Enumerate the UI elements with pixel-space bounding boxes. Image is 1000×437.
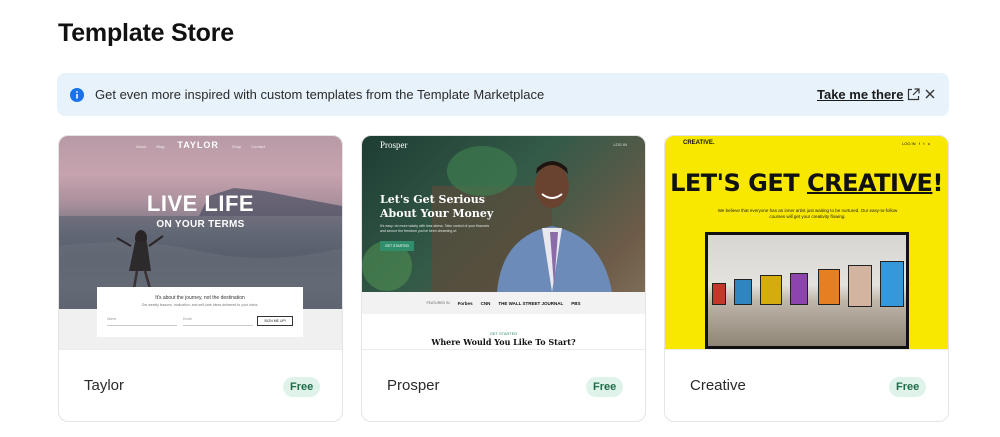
- marketplace-banner: Get even more inspired with custom templ…: [57, 73, 949, 116]
- template-card-prosper[interactable]: Prosper LOG IN Let's Get Serious About Y…: [361, 135, 646, 422]
- info-icon: [70, 87, 84, 102]
- template-footer-prosper: Prosper Free: [362, 349, 645, 421]
- take-me-there-label: Take me there: [817, 87, 904, 102]
- creative-gallery-image: [705, 232, 909, 349]
- taylor-brand: TAYLOR: [177, 140, 219, 150]
- taylor-form-title: It's about the journey, not the destinat…: [155, 295, 245, 301]
- banner-message: Get even more inspired with custom templ…: [95, 87, 545, 102]
- page-title: Template Store: [58, 19, 234, 47]
- template-card-creative[interactable]: CREATIVE. LOG IN f t o LET'S GET CREATIV…: [664, 135, 949, 422]
- template-card-taylor[interactable]: About Blog TAYLOR Shop Contact LIVE LIFE ON …: [58, 135, 343, 422]
- template-footer-taylor: Taylor Free: [59, 349, 342, 421]
- template-preview-creative[interactable]: CREATIVE. LOG IN f t o LET'S GET CREATIV…: [665, 136, 948, 349]
- price-badge: Free: [889, 377, 927, 397]
- template-name: Creative: [690, 377, 746, 394]
- external-link-icon: [908, 88, 921, 101]
- prosper-featured: FEATURED IN Forbes CNN THE WALL STREET J…: [362, 292, 645, 314]
- taylor-form-button: SIGN ME UP!: [257, 316, 293, 326]
- template-footer-creative: Creative Free: [665, 349, 948, 421]
- template-name: Taylor: [84, 377, 125, 394]
- prosper-section-tag: GET STARTED: [489, 331, 518, 336]
- template-name: Prosper: [387, 377, 440, 394]
- take-me-there-link[interactable]: Take me there: [817, 87, 921, 102]
- creative-headline: LET'S GET CREATIVE!: [670, 169, 943, 197]
- creative-body: We believe that everyone has an inner ar…: [717, 208, 898, 219]
- taylor-nav: About Blog TAYLOR Shop Contact: [135, 140, 266, 150]
- template-preview-taylor[interactable]: About Blog TAYLOR Shop Contact LIVE LIFE ON …: [59, 136, 342, 349]
- prosper-brand: Prosper: [380, 140, 408, 150]
- taylor-signup-form: It's about the journey, not the destinat…: [97, 287, 303, 337]
- prosper-button: GET STARTED: [380, 241, 414, 251]
- prosper-headline: Let's Get Serious About Your Money: [380, 193, 494, 220]
- prosper-section-title: Where Would You Like To Start?: [431, 337, 576, 347]
- price-badge: Free: [283, 377, 321, 397]
- price-badge: Free: [586, 377, 624, 397]
- taylor-headline: LIVE LIFE: [146, 191, 255, 216]
- close-icon[interactable]: [923, 87, 937, 101]
- taylor-subheadline: ON YOUR TERMS: [156, 219, 245, 230]
- creative-brand: CREATIVE.: [683, 140, 715, 146]
- template-preview-prosper[interactable]: Prosper LOG IN Let's Get Serious About Y…: [362, 136, 645, 349]
